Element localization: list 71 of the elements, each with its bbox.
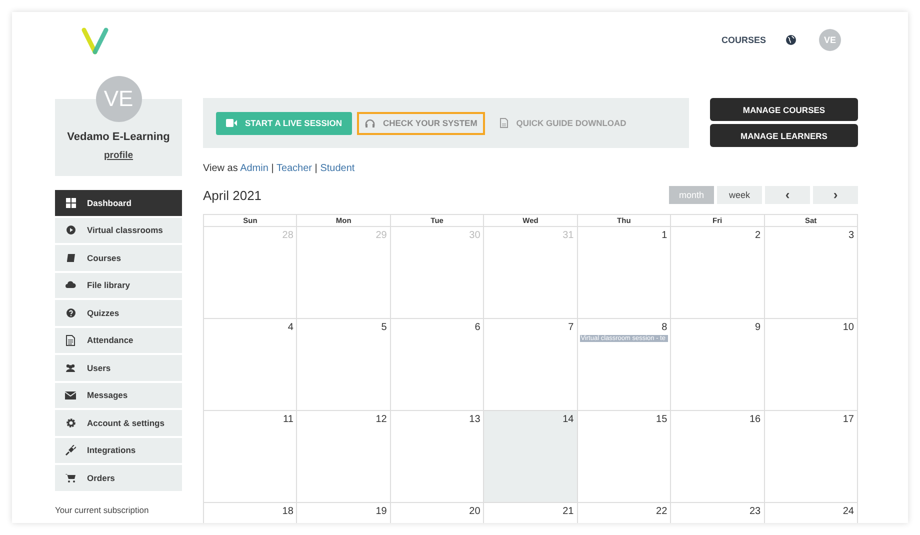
- day-number: 4: [286, 321, 294, 333]
- sidebar-item[interactable]: Quizzes: [55, 300, 182, 326]
- day-number: 24: [842, 505, 855, 517]
- play-icon: [65, 224, 76, 236]
- question-icon: [65, 307, 76, 318]
- day-number: 20: [468, 505, 482, 517]
- profile-link[interactable]: profile: [104, 150, 134, 161]
- headphones-icon: [364, 118, 375, 128]
- day-number: 5: [380, 321, 388, 333]
- calendar-title: April 2021: [203, 188, 263, 202]
- sidebar-item[interactable]: Account & settings: [55, 410, 182, 436]
- day-number: 1: [660, 229, 668, 241]
- separator-text: |: [314, 163, 318, 174]
- globe-icon[interactable]: [786, 35, 796, 45]
- day-number: 23: [748, 505, 762, 517]
- sidebar-item[interactable]: Orders: [55, 465, 182, 490]
- sidebar-item[interactable]: Attendance: [55, 328, 182, 353]
- view-toggle-button[interactable]: week: [717, 186, 762, 204]
- sidebar-item[interactable]: Dashboard: [55, 190, 182, 216]
- courses-link[interactable]: COURSES: [721, 35, 766, 45]
- plug-icon: [65, 444, 76, 456]
- cloud-icon: [65, 280, 76, 291]
- day-number: 6: [474, 321, 482, 333]
- day-number: 7: [567, 321, 575, 333]
- day-number: 21: [562, 505, 575, 517]
- day-number: 2: [754, 229, 762, 241]
- video-camera-icon: [226, 119, 237, 127]
- day-number: 29: [374, 229, 388, 241]
- day-number: 13: [468, 413, 482, 425]
- subscription-label: Your current subscription: [55, 504, 150, 514]
- envelope-icon: [65, 390, 76, 401]
- document-icon: [500, 118, 508, 128]
- day-number: 18: [281, 505, 294, 517]
- day-number: 11: [282, 413, 294, 425]
- grid-icon: [65, 197, 76, 208]
- day-number: 22: [655, 505, 668, 517]
- view-as-link[interactable]: Admin: [240, 163, 268, 174]
- previous-button[interactable]: ‹: [765, 186, 810, 204]
- day-number: 3: [847, 229, 855, 241]
- day-number: 17: [842, 413, 855, 425]
- day-number: 19: [374, 505, 388, 517]
- document-icon: [65, 334, 76, 346]
- sidebar-item[interactable]: Messages: [55, 382, 182, 408]
- day-number: 31: [562, 229, 575, 241]
- profile-name: Vedamo E-Learning: [67, 131, 170, 143]
- cart-icon: [65, 472, 76, 484]
- view-as-label: View as: [203, 163, 238, 174]
- next-button[interactable]: ›: [813, 186, 858, 204]
- manage-button[interactable]: MANAGE LEARNERS: [710, 124, 858, 147]
- day-number: 12: [374, 413, 388, 425]
- manage-button[interactable]: MANAGE COURSES: [710, 98, 858, 121]
- sidebar-item[interactable]: Courses: [55, 245, 182, 270]
- sidebar-item[interactable]: Users: [55, 355, 182, 380]
- day-number: 15: [655, 413, 668, 425]
- day-number: 30: [468, 229, 482, 241]
- view-as-link[interactable]: Student: [320, 163, 355, 174]
- day-number: 8: [660, 321, 668, 333]
- day-number: 9: [754, 321, 762, 333]
- sidebar-item[interactable]: Integrations: [55, 438, 182, 463]
- book-icon: [65, 252, 76, 264]
- sidebar-item[interactable]: File library: [55, 272, 182, 298]
- profile-avatar: VE: [96, 76, 142, 122]
- separator-text: |: [271, 163, 274, 174]
- users-icon: [65, 362, 76, 374]
- view-as-link[interactable]: Teacher: [276, 163, 312, 174]
- gear-icon: [65, 417, 76, 428]
- day-number: 16: [748, 413, 762, 425]
- sidebar-item[interactable]: Virtual classrooms: [55, 218, 182, 243]
- day-number: 28: [281, 229, 294, 241]
- day-number: 10: [842, 321, 855, 333]
- day-number: 14: [562, 413, 575, 425]
